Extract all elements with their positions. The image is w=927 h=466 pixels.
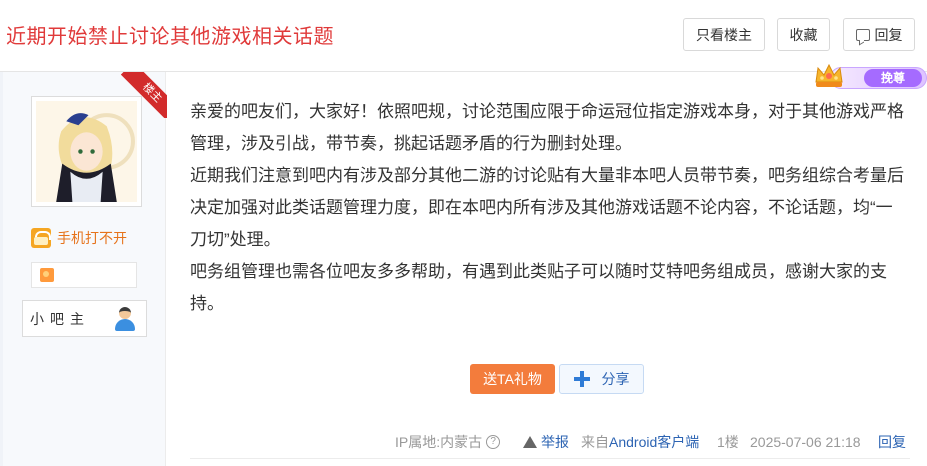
reply-button-label: 回复 (874, 26, 903, 43)
warning-icon (523, 436, 537, 448)
source-prefix: 来自 (581, 434, 609, 450)
only-owner-button[interactable]: 只看楼主 (683, 18, 765, 51)
author-sidebar: 楼主 手机打不开 小吧主 (3, 72, 167, 466)
floor-owner-label: 楼主 (121, 72, 167, 118)
ip-location: IP属地:内蒙古 ? (395, 432, 501, 452)
crown-icon (815, 63, 843, 87)
crown-vip-badge[interactable]: 挽尊 (812, 60, 927, 94)
level-badge-icon (40, 268, 54, 282)
thread-header: 近期开始禁止讨论其他游戏相关话题 只看楼主 收藏 回复 (0, 0, 927, 72)
plus-icon (573, 371, 590, 387)
report-label: 举报 (541, 434, 569, 450)
client-link[interactable]: Android客户端 (609, 432, 699, 452)
favorite-button[interactable]: 收藏 (777, 18, 830, 51)
reply-button[interactable]: 回复 (843, 18, 915, 51)
post-paragraph: 吧务组管理也需各位吧友多多帮助，有遇到此类贴子可以随时艾特吧务组成员，感谢大家的… (190, 262, 887, 313)
report-link[interactable]: 举报 (523, 432, 569, 452)
user-icon (114, 306, 136, 331)
vip-status-text: 手机打不开 (57, 230, 127, 246)
post-time: 2025-07-06 21:18 (750, 434, 861, 450)
post-paragraph: 近期我们注意到吧内有涉及部分其他二游的讨论贴有大量非本吧人员带节奏，吧务组综合考… (190, 166, 904, 249)
thread-title: 近期开始禁止讨论其他游戏相关话题 (6, 26, 334, 48)
post-paragraph: 亲爱的吧友们，大家好！依照吧规，讨论范围应限于命运冠位指定游戏本身，对于其他游戏… (190, 102, 904, 153)
ip-location-text: IP属地:内蒙古 (395, 434, 483, 450)
role-badge: 小吧主 (22, 300, 147, 337)
divider (190, 458, 910, 459)
vip-icon (31, 228, 51, 248)
share-label: 分享 (601, 371, 630, 387)
vip-tag: 挽尊 (864, 69, 922, 87)
post-content: 亲爱的吧友们，大家好！依照吧规，讨论范围应限于命运冠位指定游戏本身，对于其他游戏… (190, 96, 908, 320)
comment-icon (855, 28, 870, 41)
level-badge[interactable] (31, 262, 137, 288)
share-button[interactable]: 分享 (559, 364, 644, 394)
post-source: 来自 Android客户端 (581, 432, 699, 452)
vip-status[interactable]: 手机打不开 (31, 228, 127, 248)
send-gift-button[interactable]: 送TA礼物 (470, 364, 555, 394)
floor-owner-ribbon: 楼主 (121, 72, 167, 118)
help-icon[interactable]: ? (486, 435, 501, 449)
floor-number: 1楼 (717, 434, 739, 450)
role-label: 小吧主 (30, 310, 90, 327)
floor-reply-link[interactable]: 回复 (878, 432, 906, 452)
